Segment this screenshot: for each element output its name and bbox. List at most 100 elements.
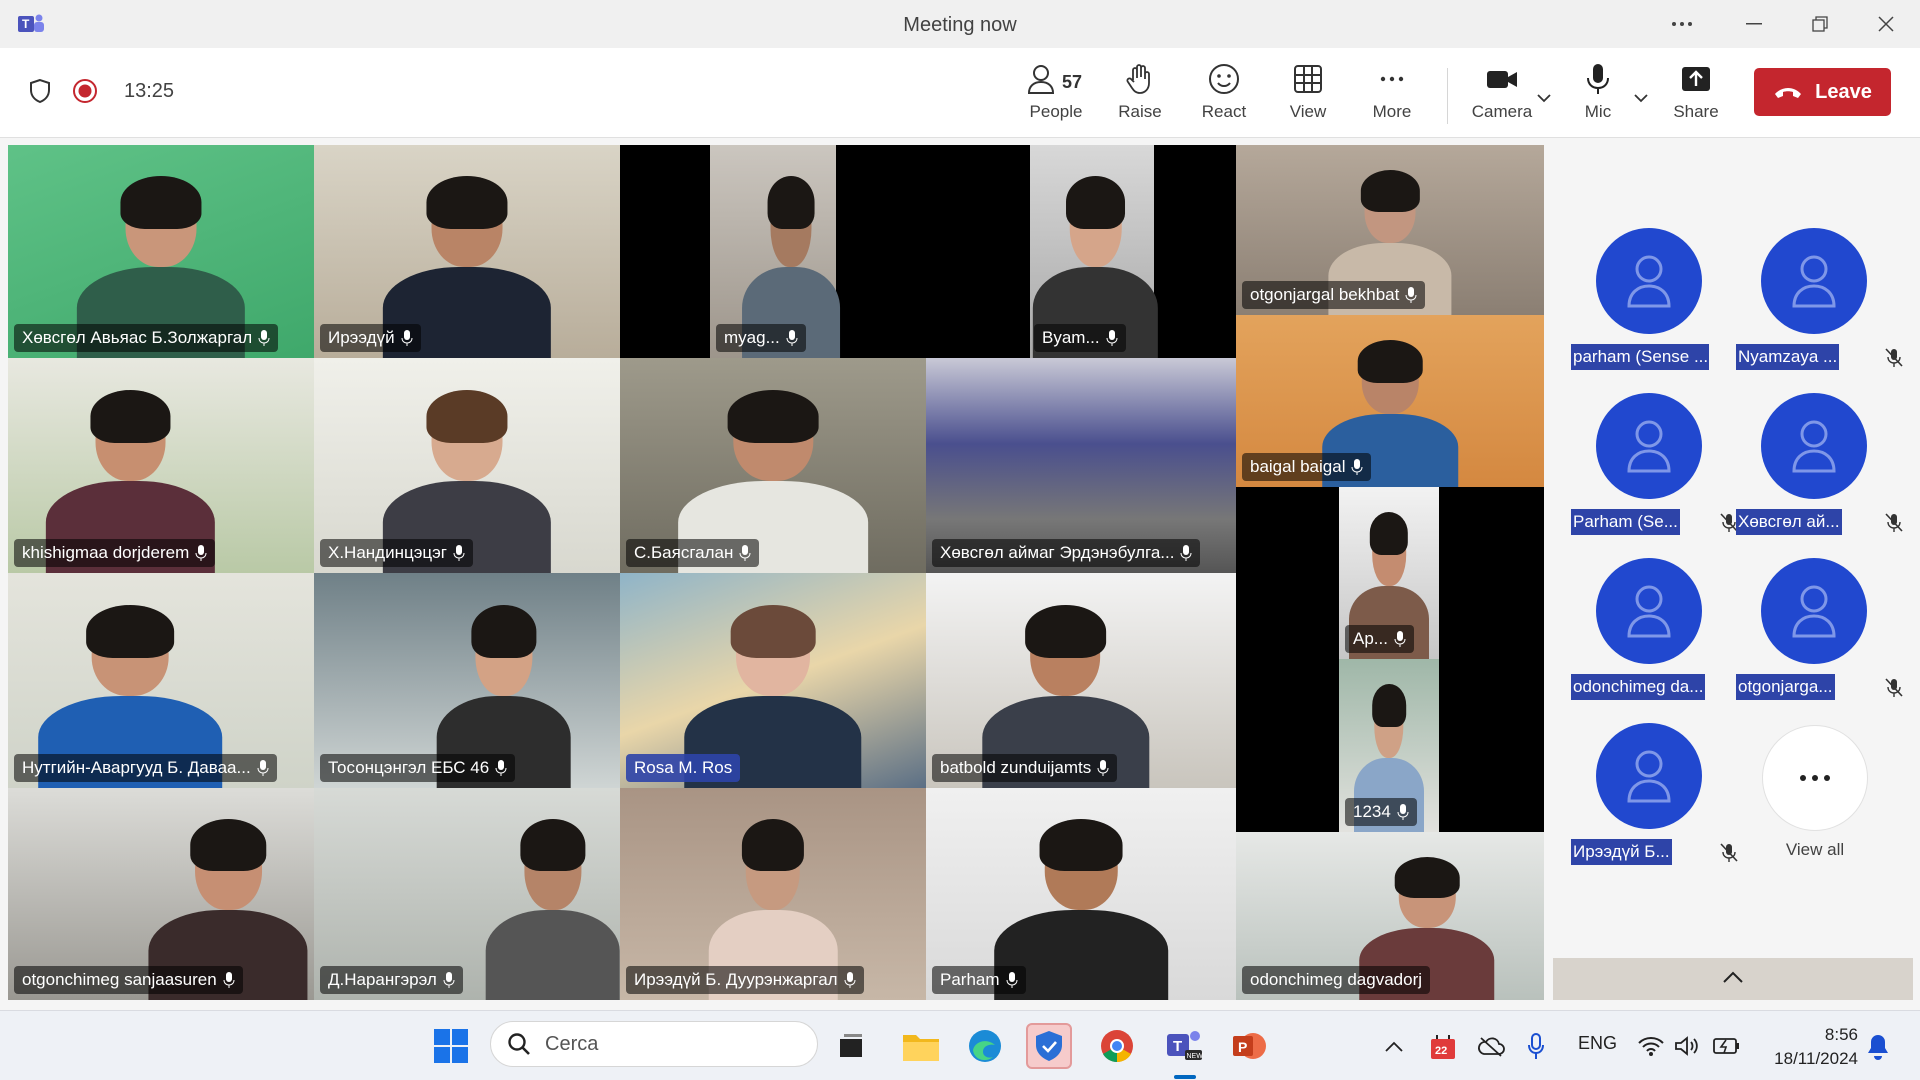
more-icon bbox=[1380, 76, 1404, 82]
start-button[interactable] bbox=[428, 1023, 474, 1069]
participant-name: Parham (Se... bbox=[1571, 509, 1680, 535]
shield-icon[interactable] bbox=[28, 78, 52, 104]
video-tile[interactable]: otgonjargal bekhbat bbox=[1236, 145, 1544, 315]
avatar[interactable] bbox=[1596, 723, 1702, 829]
chrome-button[interactable] bbox=[1094, 1023, 1140, 1069]
powerpoint-button[interactable]: P bbox=[1226, 1023, 1272, 1069]
avatar[interactable] bbox=[1596, 393, 1702, 499]
video-tile[interactable]: Rosa M. Ros bbox=[620, 573, 926, 788]
svg-text:P: P bbox=[1238, 1039, 1247, 1055]
video-tile[interactable]: Нутгийн-Аваргууд Б. Даваа... bbox=[8, 573, 314, 788]
video-tile[interactable]: Х.Нандинцэцэг bbox=[314, 358, 620, 573]
participant-avatar-card[interactable]: Nyamzaya ... bbox=[1733, 228, 1903, 388]
video-grid: Хөвсгөл Авьяас Б.Золжаргал Ирээдүй myag.… bbox=[8, 145, 1544, 1000]
people-button[interactable]: 57 People bbox=[1016, 62, 1096, 128]
avatar[interactable] bbox=[1761, 228, 1867, 334]
name-tag: khishigmaa dorjderem bbox=[14, 539, 216, 567]
video-tile[interactable]: baigal baigal bbox=[1236, 315, 1544, 487]
mic-button[interactable]: Mic bbox=[1558, 62, 1638, 128]
input-language[interactable]: ENG bbox=[1578, 1033, 1617, 1054]
calendar-tray-icon[interactable]: 22 bbox=[1428, 1033, 1458, 1063]
mic-muted-icon bbox=[1885, 678, 1903, 697]
more-options-icon[interactable] bbox=[1650, 0, 1714, 48]
avatar[interactable] bbox=[1761, 393, 1867, 499]
microphone-icon bbox=[1587, 64, 1609, 94]
avatar[interactable] bbox=[1596, 558, 1702, 664]
video-tile[interactable]: otgonchimeg sanjaasuren bbox=[8, 788, 314, 1000]
restore-button[interactable] bbox=[1788, 0, 1852, 48]
view-button[interactable]: View bbox=[1268, 62, 1348, 128]
mic-icon bbox=[1097, 760, 1109, 776]
video-tile[interactable]: Хөвсгөл Авьяас Б.Золжаргал bbox=[8, 145, 314, 358]
share-button[interactable]: Share bbox=[1656, 62, 1736, 128]
task-view-icon bbox=[840, 1034, 862, 1057]
avatar[interactable] bbox=[1596, 228, 1702, 334]
share-label: Share bbox=[1673, 102, 1719, 121]
camera-button[interactable]: Camera bbox=[1462, 62, 1542, 128]
mic-icon bbox=[443, 972, 455, 988]
person-icon bbox=[1627, 750, 1671, 803]
microphone-tray-icon[interactable] bbox=[1527, 1033, 1545, 1061]
name-tag: Тосонцэнгэл ЕБС 46 bbox=[320, 754, 516, 782]
avatar[interactable] bbox=[1761, 558, 1867, 664]
person-icon bbox=[1627, 585, 1671, 638]
mic-options-chevron-icon[interactable] bbox=[1631, 88, 1651, 108]
video-tile[interactable]: 1234 bbox=[1339, 659, 1439, 832]
name-tag: Ирээдүй bbox=[320, 324, 421, 352]
more-button[interactable]: More bbox=[1352, 62, 1432, 128]
raise-hand-button[interactable]: Raise bbox=[1100, 62, 1180, 128]
video-tile[interactable]: khishigmaa dorjderem bbox=[8, 358, 314, 573]
taskbar-search[interactable]: Cerca bbox=[490, 1021, 818, 1067]
video-tile[interactable]: batbold zunduijamts bbox=[926, 573, 1236, 788]
camera-options-chevron-icon[interactable] bbox=[1534, 88, 1554, 108]
mic-icon bbox=[1351, 459, 1363, 475]
leave-button[interactable]: Leave bbox=[1754, 68, 1891, 116]
video-tile[interactable]: С.Баясгалан bbox=[620, 358, 926, 573]
mic-icon bbox=[786, 330, 798, 346]
video-tile[interactable]: Хөвсгөл аймаг Эрдэнэбулга... bbox=[926, 358, 1236, 573]
active-app-button[interactable] bbox=[1026, 1023, 1072, 1069]
system-clock[interactable]: 8:56 18/11/2024 bbox=[1758, 1023, 1858, 1071]
video-tile[interactable]: myag... bbox=[620, 145, 1028, 358]
teams-button[interactable]: T NEW bbox=[1161, 1023, 1207, 1069]
edge-button[interactable] bbox=[962, 1023, 1008, 1069]
video-tile[interactable]: Byam... bbox=[1020, 145, 1242, 358]
participant-avatar-card[interactable]: odonchimeg da... bbox=[1568, 558, 1733, 718]
video-tile[interactable]: Ар... bbox=[1339, 487, 1439, 659]
participant-avatar-card[interactable]: Хөвсгөл ай... bbox=[1733, 393, 1903, 553]
person-icon bbox=[1627, 255, 1671, 308]
minimize-button[interactable] bbox=[1722, 0, 1786, 48]
view-all-button[interactable] bbox=[1762, 725, 1868, 831]
mic-icon bbox=[1394, 631, 1406, 647]
chevron-up-icon[interactable] bbox=[1384, 1039, 1404, 1053]
participant-name: Nyamzaya ... bbox=[1736, 344, 1840, 370]
participant-avatar-card[interactable]: parham (Sense ... bbox=[1568, 228, 1733, 388]
volume-icon[interactable] bbox=[1674, 1035, 1702, 1057]
svg-text:T: T bbox=[1173, 1038, 1182, 1055]
name-tag: Ирээдүй Б. Дуурэнжаргал bbox=[626, 966, 864, 994]
share-icon bbox=[1682, 67, 1710, 91]
participant-avatar-card[interactable]: otgonjarga... bbox=[1733, 558, 1903, 718]
close-button[interactable] bbox=[1854, 0, 1918, 48]
wifi-icon[interactable] bbox=[1638, 1035, 1664, 1057]
video-tile[interactable]: Тосонцэнгэл ЕБС 46 bbox=[314, 573, 620, 788]
file-explorer-button[interactable] bbox=[898, 1023, 944, 1069]
video-tile[interactable]: Д.Нарангэрэл bbox=[314, 788, 620, 1000]
self-view-preview[interactable] bbox=[1553, 958, 1913, 1000]
video-tile[interactable]: odonchimeg dagvadorj bbox=[1236, 832, 1544, 1000]
video-tile[interactable]: Ирээдүй Б. Дуурэнжаргал bbox=[620, 788, 926, 1000]
people-icon bbox=[1027, 65, 1055, 94]
person-icon bbox=[1792, 255, 1836, 308]
mic-icon bbox=[1106, 330, 1118, 346]
video-tile[interactable]: Ирээдүй bbox=[314, 145, 620, 358]
video-tile[interactable]: Parham bbox=[926, 788, 1236, 1000]
react-button[interactable]: React bbox=[1184, 62, 1264, 128]
participant-avatar-card[interactable]: Ирээдүй Б... bbox=[1568, 723, 1738, 883]
chevron-up-icon[interactable] bbox=[1721, 970, 1745, 984]
battery-charging-icon[interactable] bbox=[1712, 1035, 1742, 1057]
task-view-button[interactable] bbox=[828, 1023, 874, 1069]
notification-bell-icon[interactable] bbox=[1866, 1033, 1890, 1061]
onedrive-offline-icon[interactable] bbox=[1477, 1035, 1505, 1059]
participant-avatar-card[interactable]: Parham (Se... bbox=[1568, 393, 1738, 553]
toolbar-divider bbox=[1447, 68, 1448, 124]
